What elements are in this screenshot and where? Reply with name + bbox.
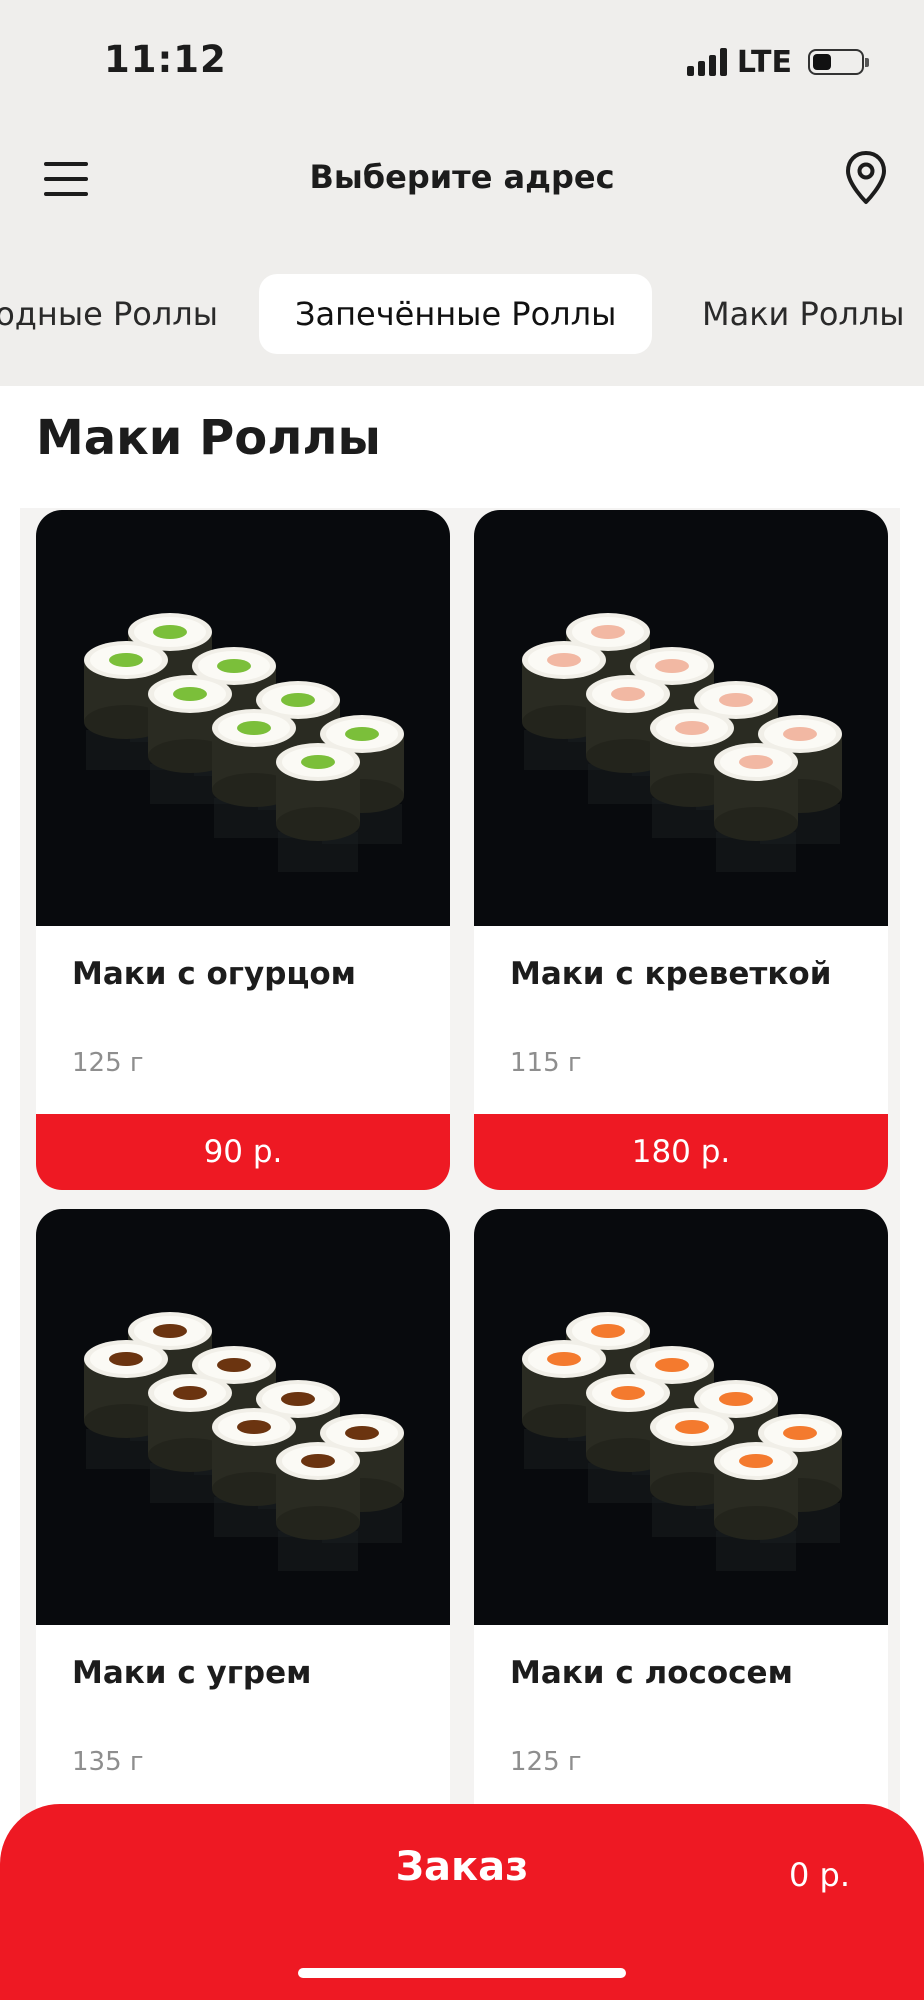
- tab-baked-rolls[interactable]: Запечённые Роллы: [259, 274, 653, 354]
- product-image: [36, 510, 450, 926]
- product-image: [474, 510, 888, 926]
- product-card[interactable]: Маки с угрем 135 г: [36, 1209, 450, 1889]
- product-card[interactable]: Маки с лососем 125 г: [474, 1209, 888, 1889]
- battery-icon: [808, 49, 869, 75]
- product-weight: 125 г: [510, 1747, 582, 1777]
- product-name: Маки с угрем: [72, 1655, 312, 1691]
- product-card[interactable]: Маки с креветкой 115 г 180 р.: [474, 510, 888, 1190]
- address-selector[interactable]: Выберите адрес: [0, 158, 924, 196]
- order-button-label: Заказ: [395, 1844, 529, 1890]
- status-time: 11:12: [104, 38, 227, 81]
- tab-cold-rolls[interactable]: Холодные Роллы: [0, 274, 218, 354]
- status-indicators: LTE: [686, 44, 869, 80]
- product-name: Маки с огурцом: [72, 956, 356, 992]
- product-image: [36, 1209, 450, 1625]
- add-to-cart-button[interactable]: 180 р.: [474, 1114, 888, 1190]
- order-total: 0 р.: [788, 1856, 850, 1894]
- product-weight: 135 г: [72, 1747, 144, 1777]
- status-bar: 11:12 LTE: [0, 0, 924, 120]
- app-header: Выберите адрес: [0, 120, 924, 240]
- home-indicator: [298, 1968, 626, 1978]
- product-card[interactable]: Маки с огурцом 125 г 90 р.: [36, 510, 450, 1190]
- product-weight: 115 г: [510, 1048, 582, 1078]
- section-title: Маки Роллы: [36, 410, 381, 466]
- tab-maki-rolls[interactable]: Маки Роллы: [702, 274, 905, 354]
- product-weight: 125 г: [72, 1048, 144, 1078]
- add-to-cart-button[interactable]: 90 р.: [36, 1114, 450, 1190]
- product-name: Маки с лососем: [510, 1655, 793, 1691]
- network-type-label: LTE: [736, 44, 792, 80]
- location-pin-icon[interactable]: [844, 150, 888, 206]
- category-tabs: Холодные Роллы Запечённые Роллы Маки Рол…: [0, 240, 924, 386]
- signal-strength-icon: [686, 48, 727, 76]
- product-name: Маки с креветкой: [510, 956, 832, 992]
- product-image: [474, 1209, 888, 1625]
